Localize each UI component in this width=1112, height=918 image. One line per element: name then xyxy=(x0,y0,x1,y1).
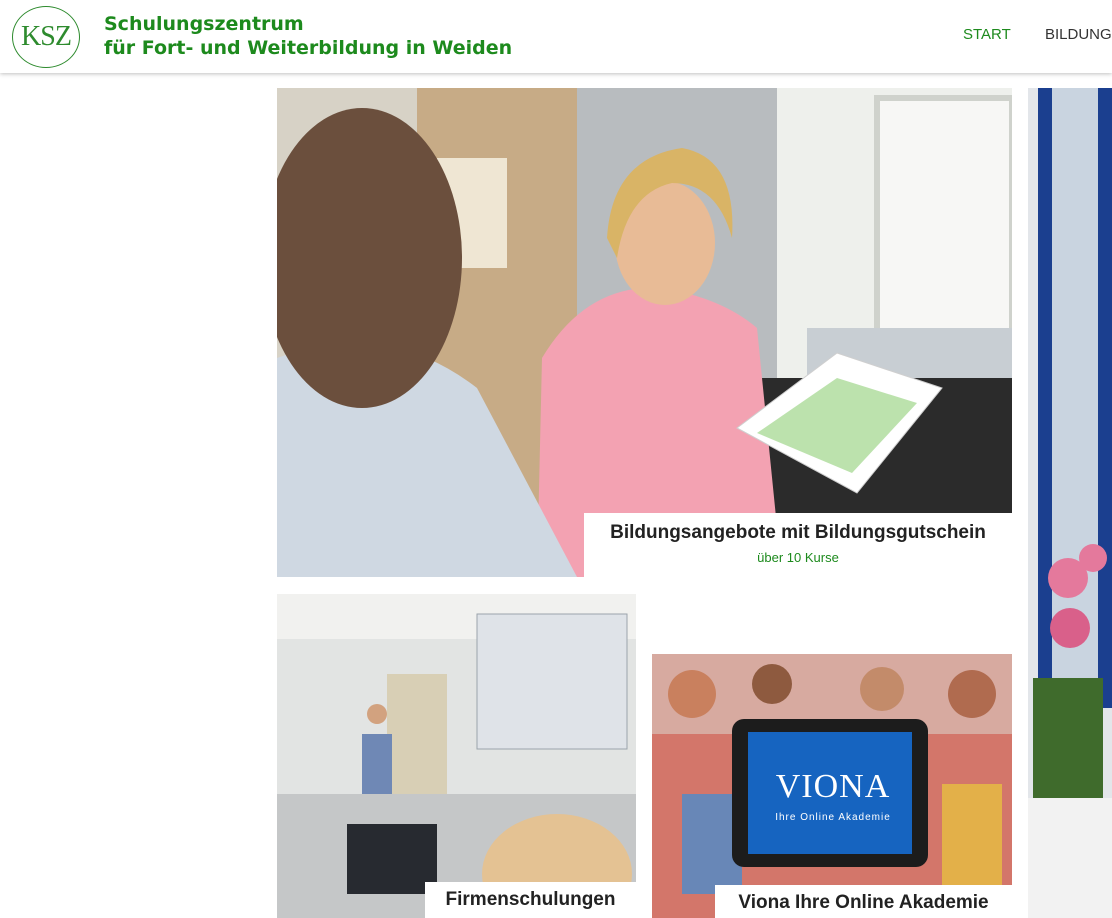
brand-line-1: Schulungszentrum xyxy=(104,13,304,35)
brand-title[interactable]: Schulungszentrum für Fort- und Weiterbil… xyxy=(104,12,512,60)
tile-viona[interactable]: VIONA Ihre Online Akademie Viona Ihre On… xyxy=(652,594,1012,918)
photo-flowers-window xyxy=(1028,88,1112,918)
tile-3-title: Viona Ihre Online Akademie xyxy=(738,892,989,913)
tile-bildungsgutschein[interactable]: Bildungsangebote mit Bildungsgutschein ü… xyxy=(277,88,1012,577)
tile-firmenschulungen[interactable]: Firmenschulungen xyxy=(277,594,636,918)
logo-text: KSZ xyxy=(21,21,72,52)
tile-1-caption: Bildungsangebote mit Bildungsgutschein ü… xyxy=(584,513,1012,577)
tile-3-caption: Viona Ihre Online Akademie xyxy=(715,885,1012,918)
tile-2-caption: Firmenschulungen xyxy=(425,882,636,918)
nav-bildungsangebote[interactable]: BILDUNGS xyxy=(1045,26,1112,43)
nav-start[interactable]: START xyxy=(963,26,1011,43)
tile-right-partial[interactable] xyxy=(1028,88,1112,918)
tablet-brand: VIONA xyxy=(775,768,891,805)
brand-line-2: für Fort- und Weiterbildung in Weiden xyxy=(104,37,513,59)
main-nav: START BILDUNGS xyxy=(963,26,1112,43)
site-header: KSZ Schulungszentrum für Fort- und Weite… xyxy=(0,0,1112,73)
ksz-logo[interactable]: KSZ xyxy=(12,6,80,68)
tile-2-title: Firmenschulungen xyxy=(445,889,616,910)
photo-woman-with-brochure xyxy=(277,88,1012,577)
photo-crowd-tablet xyxy=(652,594,1012,918)
tile-1-title: Bildungsangebote mit Bildungsgutschein xyxy=(610,522,986,543)
tablet-tagline: Ihre Online Akademie xyxy=(775,812,891,823)
photo-training-room xyxy=(277,594,636,918)
tile-1-subtitle: über 10 Kurse xyxy=(757,550,839,565)
